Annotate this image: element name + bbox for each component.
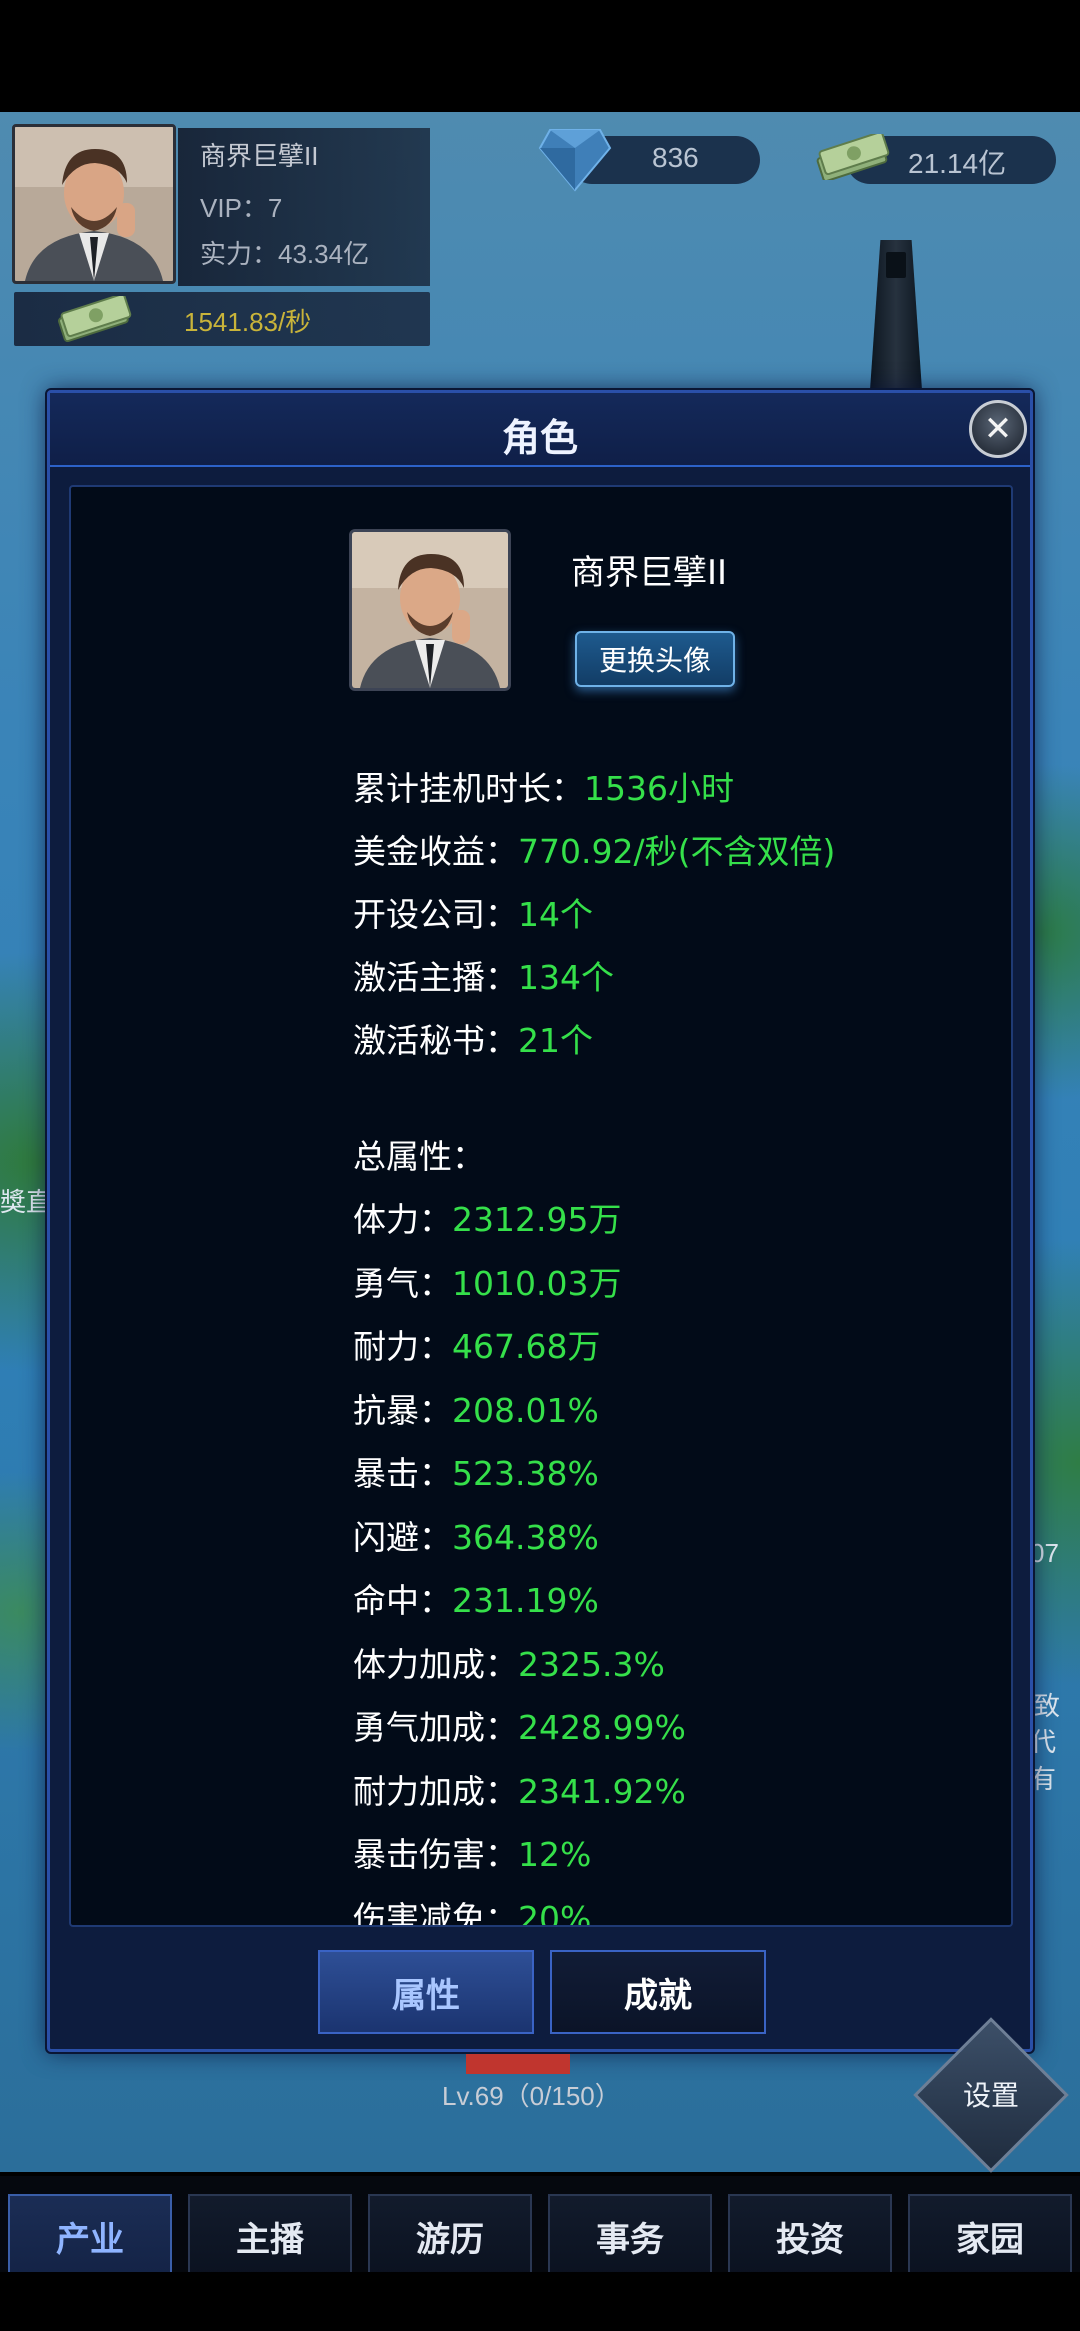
level-indicator: Lv.69（0/150） <box>436 2054 626 2118</box>
stat-dollar-income: 美金收益：770.92/秒(不含双倍) <box>353 832 836 871</box>
cash-stack-icon <box>816 134 890 180</box>
settings-label: 设置 <box>962 2079 1019 2112</box>
profile-portrait <box>352 532 508 688</box>
level-banner <box>466 2054 570 2074</box>
bottom-safe-area <box>0 2272 1080 2331</box>
background-text-right-1: 致 <box>1034 1691 1061 1721</box>
change-avatar-button[interactable]: 更换头像 <box>575 631 735 687</box>
attr-crit-resist: 抗暴：208.01% <box>353 1391 599 1430</box>
attr-hit: 命中：231.19% <box>353 1581 599 1620</box>
close-button[interactable]: ✕ <box>969 400 1027 458</box>
attr-courage: 勇气：1010.03万 <box>353 1264 622 1303</box>
nav-affairs[interactable]: 事务 <box>548 2194 712 2278</box>
attr-courage-bonus: 勇气加成：2428.99% <box>353 1708 686 1747</box>
cash-amount: 21.14亿 <box>908 148 1007 179</box>
player-avatar[interactable] <box>12 124 176 284</box>
attr-crit-damage: 暴击伤害：12% <box>353 1835 592 1874</box>
background-number-right: 07 <box>1030 1538 1059 1568</box>
close-icon: ✕ <box>983 409 1013 449</box>
cash-icon <box>58 296 132 342</box>
bottom-navigation: 产业 主播 游历 事务 投资 家园 <box>0 2176 1080 2278</box>
profile-avatar <box>349 529 511 691</box>
income-rate: 1541.83/秒 <box>184 307 312 337</box>
attr-stamina-bonus: 体力加成：2325.3% <box>353 1645 665 1684</box>
vip-level: VIP：7 <box>200 193 283 223</box>
background-text-right-2: 代有 <box>1030 1727 1057 1794</box>
avatar-portrait <box>15 127 173 281</box>
tab-attributes[interactable]: 属性 <box>318 1950 534 2034</box>
character-dialog: 角色 ✕ 商界巨擘II 更换头像 累计挂机时长：1536小时 美金收益：770.… <box>47 390 1033 2052</box>
nav-travel[interactable]: 游历 <box>368 2194 532 2278</box>
level-text: Lv.69（0/150） <box>442 2081 621 2111</box>
attr-stamina: 体力：2312.95万 <box>353 1200 622 1239</box>
player-name: 商界巨擘II <box>200 141 319 171</box>
tab-achievements[interactable]: 成就 <box>550 1950 766 2034</box>
diamond-icon <box>538 129 612 192</box>
attr-crit: 暴击：523.38% <box>353 1454 599 1493</box>
player-info-panel: 商界巨擘II VIP：7 实力：43.34亿 <box>178 128 430 286</box>
stat-streamers: 激活主播：134个 <box>353 958 614 997</box>
nav-streamers[interactable]: 主播 <box>188 2194 352 2278</box>
diamond-amount: 836 <box>652 142 699 173</box>
stat-companies: 开设公司：14个 <box>353 895 593 934</box>
attr-endurance: 耐力：467.68万 <box>353 1327 601 1366</box>
stat-secretaries: 激活秘书：21个 <box>353 1021 593 1060</box>
character-info-panel: 商界巨擘II 更换头像 累计挂机时长：1536小时 美金收益：770.92/秒(… <box>69 485 1013 1927</box>
profile-name: 商界巨擘II <box>571 553 728 593</box>
nav-home[interactable]: 家园 <box>908 2194 1072 2278</box>
nav-invest[interactable]: 投资 <box>728 2194 892 2278</box>
status-bar-area <box>0 0 1080 112</box>
attr-dodge: 闪避：364.38% <box>353 1518 599 1557</box>
attr-endurance-bonus: 耐力加成：2341.92% <box>353 1772 686 1811</box>
background-text-left: 獎直 <box>0 1187 53 1217</box>
attr-damage-reduction: 伤害减免：20% <box>353 1899 592 1927</box>
income-rate-bar: 1541.83/秒 <box>14 292 430 346</box>
dialog-title: 角色 <box>501 416 578 460</box>
stat-idle-time: 累计挂机时长：1536小时 <box>353 769 734 808</box>
player-power: 实力：43.34亿 <box>200 239 370 269</box>
nav-industry[interactable]: 产业 <box>8 2194 172 2278</box>
dialog-header: 角色 ✕ <box>50 393 1030 467</box>
attributes-heading: 总属性： <box>353 1137 485 1176</box>
